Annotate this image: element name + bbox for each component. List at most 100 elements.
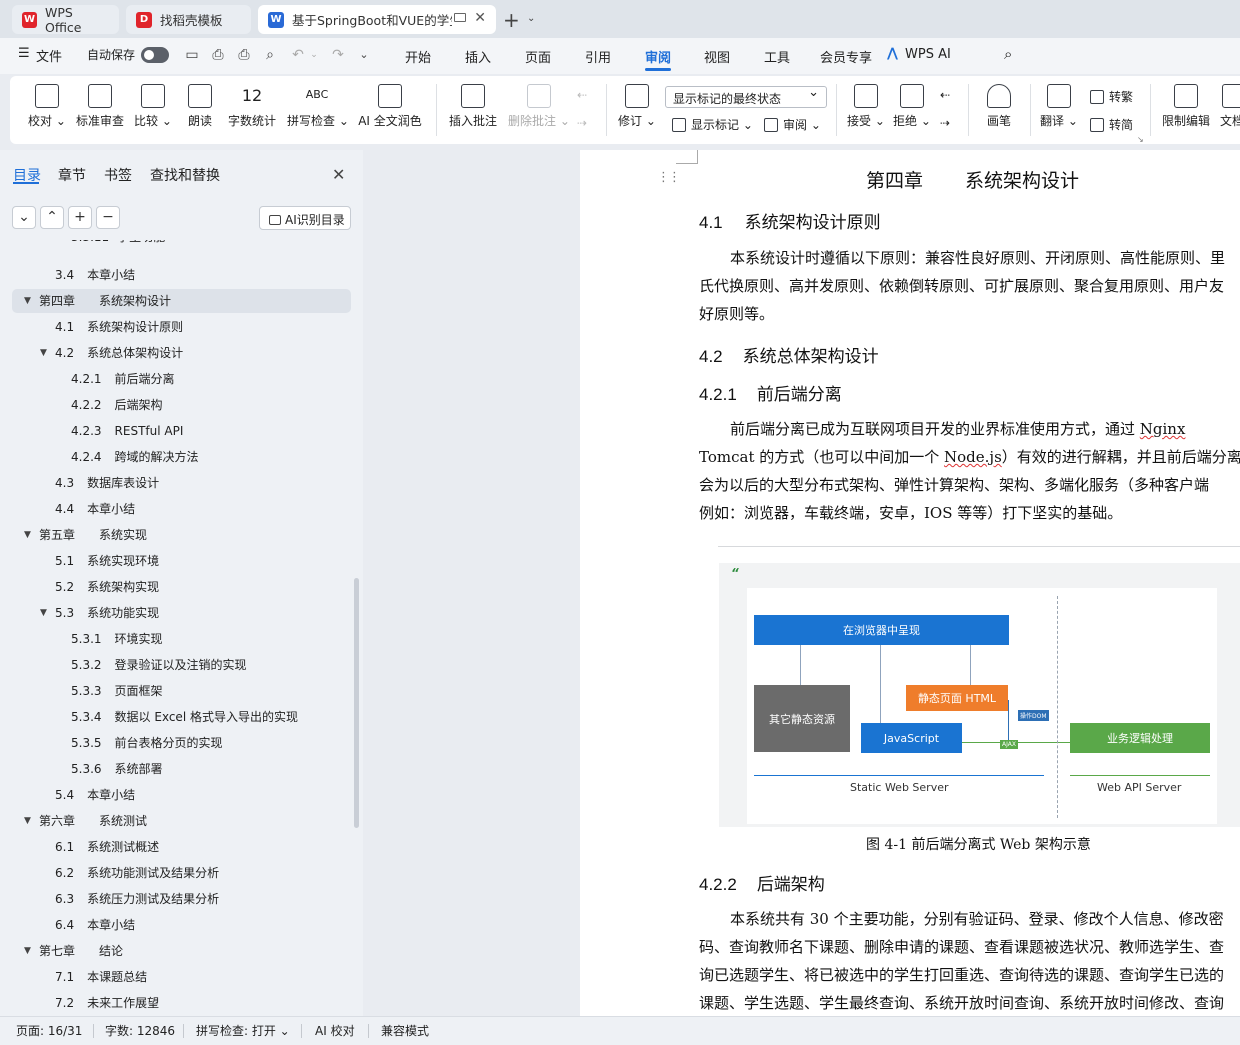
proofread-button[interactable]: 校对 ⌄ [28, 78, 66, 129]
toc-item[interactable]: 4.2.2 后端架构 [71, 393, 163, 417]
word-count-button[interactable]: 12 字数统计 [226, 78, 278, 129]
menu-home[interactable]: 开始 [405, 47, 431, 66]
collapse-down-button[interactable]: ⌄ [12, 206, 36, 229]
spell-check-button[interactable]: ABC 拼写检查 ⌄ [287, 78, 349, 129]
chapter-heading[interactable]: 第四章 系统架构设计 [866, 166, 1079, 193]
document-button[interactable]: 文档 [1220, 78, 1240, 129]
menu-file[interactable]: 文件 [36, 46, 62, 65]
next-change-icon[interactable]: ⇢ [940, 116, 950, 130]
hamburger-icon[interactable]: ☰ [18, 46, 30, 61]
expand-arrow-icon[interactable]: ▼ [24, 809, 31, 833]
brush-button[interactable]: 画笔 [984, 78, 1014, 129]
undo-icon[interactable]: ↶ [290, 47, 306, 63]
toc-item[interactable]: 5.3.2 登录验证以及注销的实现 [71, 653, 247, 677]
expand-arrow-icon[interactable]: ▼ [24, 289, 31, 313]
show-markup-dropdown[interactable]: 显示标记 ⌄ [672, 116, 753, 133]
search-icon[interactable]: ⌕ [1004, 45, 1012, 63]
toc-item[interactable]: 第四章 系统架构设计 ▼ [24, 289, 171, 313]
toc-item[interactable]: 5.3.4 数据以 Excel 格式导入导出的实现 [71, 705, 298, 729]
next-comment-icon[interactable]: ⇢ [577, 116, 587, 130]
tab-docer[interactable]: D 找稻壳模板 [126, 5, 251, 34]
menu-review[interactable]: 审阅 [645, 47, 671, 66]
menu-references[interactable]: 引用 [585, 47, 611, 66]
menu-tools[interactable]: 工具 [764, 47, 790, 66]
export-icon[interactable]: ⎙ [210, 47, 226, 63]
sidebar-tab-bookmarks[interactable]: 书签 [104, 165, 132, 185]
autosave-toggle[interactable] [141, 47, 169, 63]
translate-button[interactable]: 翻译 ⌄ [1040, 78, 1078, 129]
dialog-launcher-icon[interactable]: ↘ [1137, 135, 1144, 144]
spelling-flag[interactable]: Node.js [944, 448, 1002, 466]
word-count-indicator[interactable]: 字数: 12846 [105, 1022, 175, 1039]
prev-change-icon[interactable]: ⇠ [940, 88, 950, 102]
toc-item[interactable]: 4.2 系统总体架构设计 ▼ [40, 341, 183, 365]
menu-insert[interactable]: 插入 [465, 47, 491, 66]
review-pane-dropdown[interactable]: 审阅 ⌄ [764, 116, 821, 133]
menu-wps-ai[interactable]: WPS AI [905, 47, 951, 62]
expand-arrow-icon[interactable]: ▼ [40, 341, 47, 365]
page-indicator[interactable]: 页面: 16/31 [16, 1022, 82, 1039]
add-heading-button[interactable]: + [68, 206, 92, 229]
paragraph-line[interactable]: 课题、学生选题、学生最终查询、系统开放时间查询、系统开放时间修改、查询 [699, 989, 1224, 1017]
remove-heading-button[interactable]: − [96, 206, 120, 229]
to-simplified-button[interactable]: 转简 [1090, 116, 1133, 133]
toc-item[interactable]: 5.3.1 环境实现 [71, 627, 163, 651]
paragraph-line[interactable]: Tomcat 的方式（也可以中间加一个 Node.js）有效的进行解耦，并且前后… [699, 443, 1240, 471]
section-heading-4-1[interactable]: 4.1 系统架构设计原则 [699, 208, 881, 233]
paragraph-line[interactable]: 前后端分离已成为互联网项目开发的业界标准使用方式，通过 Nginx [730, 415, 1185, 443]
sidebar-tab-chapters[interactable]: 章节 [58, 165, 86, 185]
paragraph-line[interactable]: 本系统设计时遵循以下原则：兼容性良好原则、开闭原则、高性能原则、里 [730, 244, 1225, 272]
expand-arrow-icon[interactable]: ▼ [24, 939, 31, 963]
ai-toc-button[interactable]: AI识别目录 [259, 206, 351, 230]
more-chevron-icon[interactable]: ⌄ [356, 47, 372, 63]
sidebar-scrollbar[interactable] [354, 578, 359, 828]
reject-button[interactable]: 拒绝 ⌄ [893, 78, 931, 129]
paragraph-line[interactable]: 例如：浏览器，车载终端，安卓，IOS 等等）打下坚实的基础。 [699, 499, 1122, 527]
prev-comment-icon[interactable]: ⇠ [577, 88, 587, 102]
section-heading-4-2[interactable]: 4.2 系统总体架构设计 [699, 342, 879, 367]
new-tab-icon[interactable]: + [503, 8, 520, 32]
insert-comment-button[interactable]: 插入批注 [447, 78, 499, 129]
monitor-icon[interactable] [454, 13, 466, 22]
spell-check-status[interactable]: 拼写检查: 打开 ⌄ [196, 1022, 290, 1039]
toc-item[interactable]: 5.2 系统架构实现 [55, 575, 159, 599]
to-traditional-button[interactable]: 转繁 [1090, 88, 1133, 105]
compare-button[interactable]: 比较 ⌄ [134, 78, 172, 129]
section-heading-4-2-1[interactable]: 4.2.1 前后端分离 [699, 380, 842, 405]
markup-display-select[interactable]: 显示标记的最终状态 [665, 85, 827, 108]
toc-item[interactable]: 7.1 本课题总结 [55, 965, 147, 989]
paragraph-line[interactable]: 氏代换原则、高并发原则、依赖倒转原则、可扩展原则、聚合复用原则、用户友 [699, 272, 1224, 300]
toc-item[interactable]: 3.4 本章小结 [55, 263, 135, 287]
ai-check-status[interactable]: AI 校对 [315, 1022, 355, 1039]
close-icon[interactable]: ✕ [474, 10, 486, 26]
toc-item[interactable]: 5.4 本章小结 [55, 783, 135, 807]
expand-arrow-icon[interactable]: ▼ [40, 601, 47, 625]
paragraph-line[interactable]: 会为以后的大型分布式架构、弹性计算架构、架构、多端化服务（多种客户端 [699, 471, 1209, 499]
print-preview-icon[interactable]: ⌕ [262, 47, 278, 63]
menu-page[interactable]: 页面 [525, 47, 551, 66]
track-changes-button[interactable]: 修订 ⌄ [618, 78, 656, 129]
toc-item[interactable]: 第五章 系统实现 ▼ [24, 523, 147, 547]
toc-item[interactable]: 4.3 数据库表设计 [55, 471, 159, 495]
paragraph-line[interactable]: 好原则等。 [699, 300, 774, 328]
toc-item[interactable]: 3.3.11 学生功能 [71, 240, 165, 251]
paragraph-line[interactable]: 码、查询教师名下课题、删除申请的课题、查看课题被选状况、教师选学生、查 [699, 933, 1224, 961]
collapse-up-button[interactable]: ⌃ [40, 206, 64, 229]
toc-item[interactable]: 5.3.5 前台表格分页的实现 [71, 731, 223, 755]
section-heading-4-2-2[interactable]: 4.2.2 后端架构 [699, 870, 825, 895]
toc-item[interactable]: 6.3 系统压力测试及结果分析 [55, 887, 219, 911]
drag-handle-icon[interactable]: ⋮⋮ [657, 170, 681, 185]
close-icon[interactable]: ✕ [332, 165, 345, 184]
menu-view[interactable]: 视图 [704, 47, 730, 66]
sidebar-tab-find-replace[interactable]: 查找和替换 [150, 165, 220, 185]
paragraph-line[interactable]: 询已选题学生、将已被选中的学生打回重选、查询待选的课题、查询学生已选的 [699, 961, 1224, 989]
figure-caption[interactable]: 图 4-1 前后端分离式 Web 架构示意 [866, 834, 1091, 854]
redo-icon[interactable]: ↷ [330, 47, 346, 63]
delete-comment-button[interactable]: 删除批注 ⌄ [508, 78, 570, 129]
read-aloud-button[interactable]: 朗读 [186, 78, 214, 129]
toc-item[interactable]: 4.2.1 前后端分离 [71, 367, 175, 391]
toc-item[interactable]: 4.2.4 跨域的解决方法 [71, 445, 199, 469]
save-icon[interactable]: ▭ [184, 47, 200, 63]
toc-item[interactable]: 6.1 系统测试概述 [55, 835, 159, 859]
expand-arrow-icon[interactable]: ▼ [24, 523, 31, 547]
